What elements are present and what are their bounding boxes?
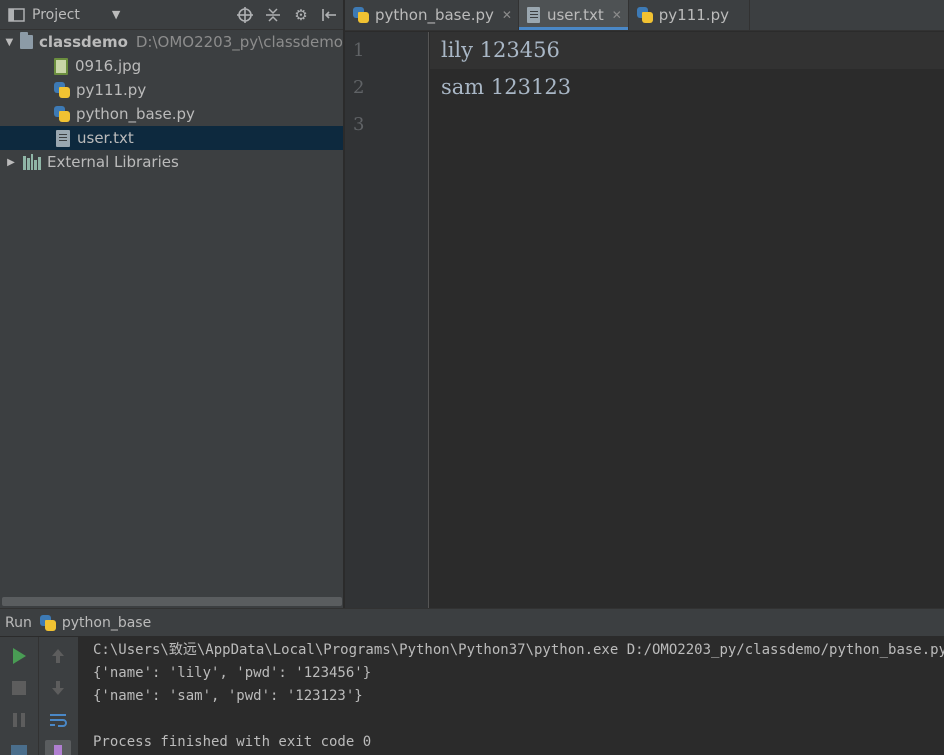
stop-icon[interactable] [0,673,38,703]
tree-item-user-txt[interactable]: user.txt [0,126,343,150]
project-panel: Project ▼ ⚙ ▼ classdemo D:\OMO2203_py\cl… [0,0,344,608]
chevron-down-icon[interactable]: ▼ [112,8,120,21]
code-lines[interactable]: lily 123456 sam 123123 [430,32,944,143]
pause-icon[interactable] [0,705,38,735]
rerun-icon[interactable] [0,641,38,671]
console-line: C:\Users\致远\AppData\Local\Programs\Pytho… [93,642,944,658]
tree-item-python-base-py[interactable]: python_base.py [0,102,343,126]
tab-label: python_base.py [375,6,494,24]
run-toolbar-secondary [38,637,78,755]
tree-item-py111-py[interactable]: py111.py [0,78,343,102]
gear-icon[interactable]: ⚙ [291,5,311,25]
pin-tab-icon[interactable] [39,737,77,755]
code-line[interactable]: lily 123456 [430,32,944,69]
folder-icon [19,32,34,49]
library-icon [23,154,41,170]
console-line: Process finished with exit code 0 [93,734,372,750]
close-icon[interactable]: ✕ [612,8,622,22]
editor-tabs: python_base.py ✕ user.txt ✕ py111.py [345,0,944,31]
python-file-icon [54,82,70,98]
arrow-down-icon[interactable] [39,673,77,703]
editor: python_base.py ✕ user.txt ✕ py111.py 1 2… [345,0,944,608]
close-icon[interactable]: ✕ [502,8,512,22]
image-file-icon [54,57,68,75]
tree-root-classdemo[interactable]: ▼ classdemo D:\OMO2203_py\classdemo [0,30,343,54]
tab-py111-py[interactable]: py111.py [629,0,750,30]
tree-item-external-libraries[interactable]: ▶ External Libraries [0,150,343,174]
collapsed-arrow-icon[interactable]: ▶ [5,157,17,168]
root-folder-name: classdemo [39,33,128,51]
project-view-icon[interactable] [8,7,26,23]
line-number: 3 [353,114,365,135]
line-number: 2 [353,77,365,98]
console-line: {'name': 'sam', 'pwd': '123123'} [93,688,363,704]
arrow-up-icon[interactable] [39,641,77,671]
code-line[interactable]: sam 123123 [430,69,944,106]
project-toolbar: ⚙ [235,0,339,30]
tree-item-label: External Libraries [47,153,179,171]
soft-wrap-icon[interactable] [39,705,77,735]
tree-item-label: 0916.jpg [75,57,142,75]
tab-python-base-py[interactable]: python_base.py ✕ [345,0,519,30]
python-file-icon [54,106,70,122]
text-file-icon [526,7,540,23]
tree-item-label: python_base.py [76,105,195,123]
expanded-arrow-icon[interactable]: ▼ [5,37,14,48]
tree-item-label: py111.py [76,81,147,99]
run-toolbar [0,637,38,755]
line-number-gutter: 1 2 3 [345,32,429,608]
line-number: 1 [353,40,365,61]
tree-item-0916-jpg[interactable]: 0916.jpg [0,54,343,78]
run-panel: Run python_base C:\Users\致远\AppData\Loca… [0,608,944,755]
collapse-all-icon[interactable] [263,5,283,25]
python-file-icon [39,614,56,631]
tab-label: user.txt [546,6,604,24]
horizontal-scrollbar[interactable] [2,597,342,606]
tab-user-txt[interactable]: user.txt ✕ [518,0,629,30]
project-view-label[interactable]: Project [32,7,80,23]
layout-icon[interactable] [0,737,38,755]
code-area[interactable]: 1 2 3 lily 123456 sam 123123 [345,32,944,608]
root-folder-path: D:\OMO2203_py\classdemo [135,33,343,51]
console-output[interactable]: C:\Users\致远\AppData\Local\Programs\Pytho… [93,639,944,754]
tree-item-label: user.txt [77,129,134,147]
console-line: {'name': 'lily', 'pwd': '123456'} [93,665,372,681]
run-label: Run [5,614,32,631]
python-file-icon [636,7,653,23]
run-config-name[interactable]: python_base [62,615,151,631]
hide-panel-icon[interactable] [319,5,339,25]
locate-icon[interactable] [235,5,255,25]
text-file-icon [56,129,70,147]
tab-label: py111.py [658,6,729,24]
code-line[interactable] [430,106,944,143]
project-tree: ▼ classdemo D:\OMO2203_py\classdemo 0916… [0,30,343,174]
run-header: Run python_base [0,609,944,636]
python-file-icon [353,7,369,23]
